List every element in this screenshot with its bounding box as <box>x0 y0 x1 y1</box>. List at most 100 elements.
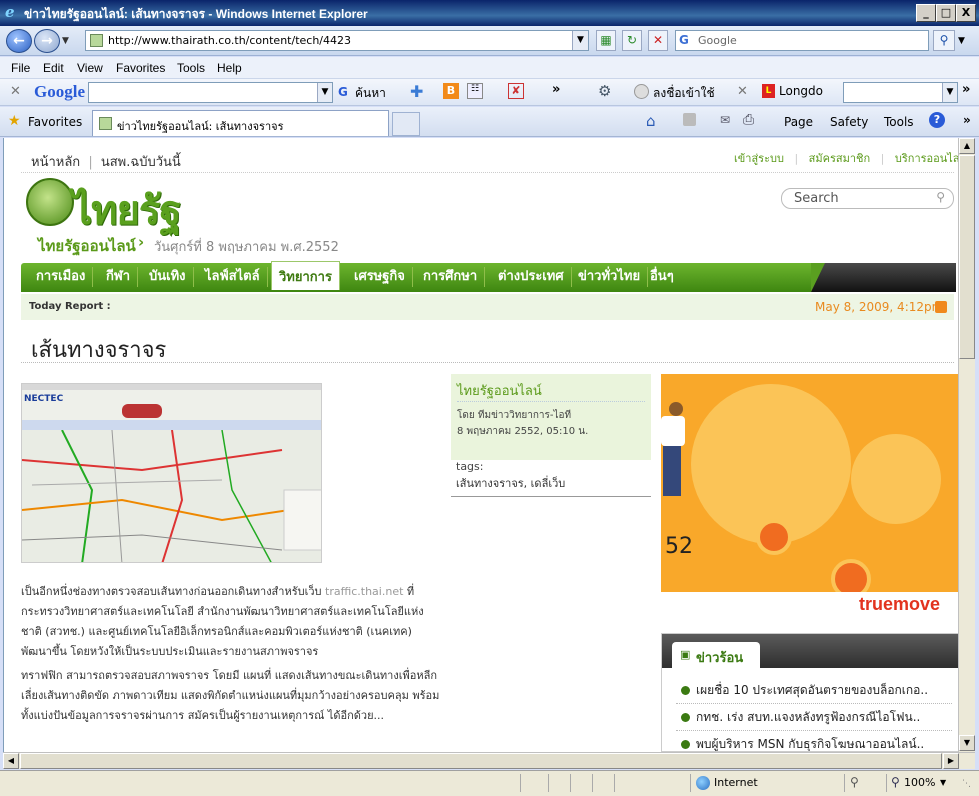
ad-circle-3 <box>756 519 792 555</box>
tools-menu[interactable]: Tools <box>884 115 914 129</box>
online-services-link[interactable]: บริการออนไลน์ <box>895 152 958 165</box>
site-logo[interactable]: ไทยรัฐ <box>72 178 181 242</box>
hot-news-tab[interactable]: ▣ ข่าวร้อน <box>672 642 760 668</box>
hscroll-thumb[interactable] <box>20 753 942 769</box>
nav-regional[interactable]: ข่าวทั่วไทย <box>571 267 649 287</box>
nav-lifestyle[interactable]: ไลฟ์สไตล์ <box>198 267 268 287</box>
longdo-button[interactable]: Longdo <box>779 84 823 98</box>
menu-favorites[interactable]: Favorites <box>116 61 165 75</box>
web-search-input[interactable]: G Google <box>675 30 929 51</box>
status-separator-6 <box>690 774 691 792</box>
longdo-more-icon[interactable]: » <box>962 82 970 97</box>
print-icon[interactable]: ⎙ <box>743 112 754 128</box>
google-search-dropdown-icon[interactable]: ▼ <box>317 83 332 102</box>
page-menu[interactable]: Page <box>784 115 813 129</box>
status-separator-3 <box>570 774 571 792</box>
command-more-icon[interactable]: » <box>963 113 971 127</box>
nav-entertainment[interactable]: บันเทิง <box>142 267 194 287</box>
protected-mode-icon[interactable]: ⚲ <box>850 775 859 789</box>
plus-icon[interactable]: ✚ <box>410 82 423 101</box>
signin-button[interactable]: ลงชื่อเข้าใช้ <box>653 84 715 103</box>
recent-pages-dropdown-icon[interactable]: ▼ <box>62 36 69 46</box>
rss-icon[interactable] <box>935 301 947 313</box>
scroll-up-icon[interactable]: ▲ <box>959 138 975 154</box>
wrench-icon[interactable]: ⚙ <box>598 82 611 100</box>
active-tab[interactable]: ข่าวไทยรัฐออนไลน์: เส้นทางจราจร <box>92 110 389 136</box>
search-options-icon[interactable]: ▼ <box>958 36 965 46</box>
advertisement-banner[interactable]: 52 <box>661 374 958 592</box>
safety-menu[interactable]: Safety <box>830 115 868 129</box>
close-button[interactable]: X <box>956 4 976 22</box>
account-links: เข้าสู่ระบบ | สมัครสมาชิก | บริการออนไลน… <box>734 149 958 167</box>
horizontal-scrollbar[interactable]: ◀ ▶ <box>3 752 975 769</box>
tags-value[interactable]: เส้นทางจราจร, เดลี่เว็บ <box>456 474 565 492</box>
menu-file[interactable]: File <box>11 61 30 75</box>
site-search-input[interactable]: Search ⚲ <box>781 188 954 209</box>
home-icon[interactable]: ⌂ <box>646 112 656 130</box>
refresh-icon[interactable]: ↻ <box>622 30 642 51</box>
new-tab-button[interactable] <box>392 112 420 136</box>
menu-help[interactable]: Help <box>217 61 242 75</box>
back-button[interactable]: ← <box>6 29 32 53</box>
google-search-input[interactable]: ▼ <box>88 82 333 103</box>
forward-button[interactable]: → <box>34 29 60 53</box>
hot-news-item[interactable]: กทช. เร่ง สบท.แจงหลังทรูฟ้องกรณีไอโฟน.. <box>676 705 952 731</box>
register-link[interactable]: สมัครสมาชิก <box>809 152 871 165</box>
byline-box: ไทยรัฐออนไลน์ โดย ทีมข่าววิทยาการ-ไอที 8… <box>451 374 651 460</box>
hot-news-item[interactable]: พบผู้บริหาร MSN กับธุรกิจโฆษณาออนไลน์.. <box>676 732 952 751</box>
url-dropdown-icon[interactable]: ▼ <box>572 31 588 50</box>
nav-politics[interactable]: การเมือง <box>29 267 94 287</box>
menu-edit[interactable]: Edit <box>43 61 64 75</box>
close-toolbar-icon[interactable]: ✕ <box>10 84 21 99</box>
more-chevron-icon[interactable]: » <box>552 82 560 97</box>
brand-name[interactable]: ไทยรัฐออนไลน์ <box>38 234 136 258</box>
zoom-dropdown-icon[interactable]: ▼ <box>940 778 946 787</box>
site-search-placeholder: Search <box>794 191 839 206</box>
menu-tools[interactable]: Tools <box>177 61 205 75</box>
byline-author: โดย ทีมข่าววิทยาการ-ไอที <box>457 410 572 421</box>
google-search-button[interactable]: ค้นหา <box>355 84 386 103</box>
today-paper-link[interactable]: นสพ.ฉบับวันนี้ <box>101 155 181 170</box>
favorites-button[interactable]: Favorites <box>28 115 82 129</box>
maximize-button[interactable]: □ <box>936 4 956 22</box>
zoom-level[interactable]: 100% <box>904 776 935 789</box>
traffic-map-image[interactable]: NECTEC <box>21 383 322 563</box>
nav-sports[interactable]: กีฬา <box>99 267 139 287</box>
nav-foreign[interactable]: ต่างประเทศ <box>491 267 572 287</box>
zoom-icon[interactable]: ⚲ <box>891 775 900 789</box>
search-go-icon[interactable]: ⚲ <box>933 30 955 51</box>
nav-others[interactable]: อื่นๆ <box>643 267 681 287</box>
hot-news-item[interactable]: เผยชื่อ 10 ประเทศสุดอันตรายของบล็อกเกอ.. <box>676 678 952 704</box>
traffic-site-link[interactable]: traffic.thai.net <box>325 585 403 598</box>
longdo-dropdown-icon[interactable]: ▼ <box>942 83 957 102</box>
stop-icon[interactable]: ✕ <box>648 30 668 51</box>
scroll-thumb[interactable] <box>959 155 975 359</box>
nav-education[interactable]: การศึกษา <box>416 267 486 287</box>
help-icon[interactable]: ? <box>929 112 945 128</box>
home-link[interactable]: หน้าหลัก <box>31 155 80 170</box>
longdo-search-input[interactable]: ▼ <box>843 82 958 103</box>
read-mail-icon[interactable]: ✉ <box>720 113 730 127</box>
scroll-right-icon[interactable]: ▶ <box>943 753 959 769</box>
scroll-down-icon[interactable]: ▼ <box>959 735 975 751</box>
article-paragraph-1: เป็นอีกหนึ่งช่องทางตรวจสอบเส้นทางก่อนออก… <box>21 582 443 662</box>
url-input[interactable]: http://www.thairath.co.th/content/tech/4… <box>85 30 589 51</box>
truemove-logo[interactable]: truemove <box>859 594 940 615</box>
resize-grip-icon[interactable]: ⋱ <box>962 779 971 789</box>
compatibility-icon[interactable]: ▦ <box>596 30 616 51</box>
close-longdo-icon[interactable]: ✕ <box>737 84 748 99</box>
popup-blocker-icon[interactable]: ✘ <box>508 83 524 99</box>
vertical-scrollbar[interactable]: ▲ ▼ <box>958 138 975 752</box>
nav-economy[interactable]: เศรษฐกิจ <box>347 267 413 287</box>
nav-technology[interactable]: วิทยาการ <box>271 261 340 290</box>
menu-view[interactable]: View <box>77 61 103 75</box>
calendar-icon[interactable]: ☷ <box>467 83 483 99</box>
blogger-icon[interactable]: B <box>443 83 459 99</box>
login-link[interactable]: เข้าสู่ระบบ <box>734 152 784 165</box>
google-toolbar: ✕ Google ▼ G ค้นหา ✚ B ☷ ✘ » ⚙ ลงชื่อเข้… <box>0 79 979 106</box>
site-search-icon[interactable]: ⚲ <box>936 190 945 204</box>
feeds-icon[interactable] <box>683 113 696 126</box>
scroll-left-icon[interactable]: ◀ <box>3 753 19 769</box>
nav-divider-shape <box>811 263 825 292</box>
minimize-button[interactable]: _ <box>916 4 936 22</box>
